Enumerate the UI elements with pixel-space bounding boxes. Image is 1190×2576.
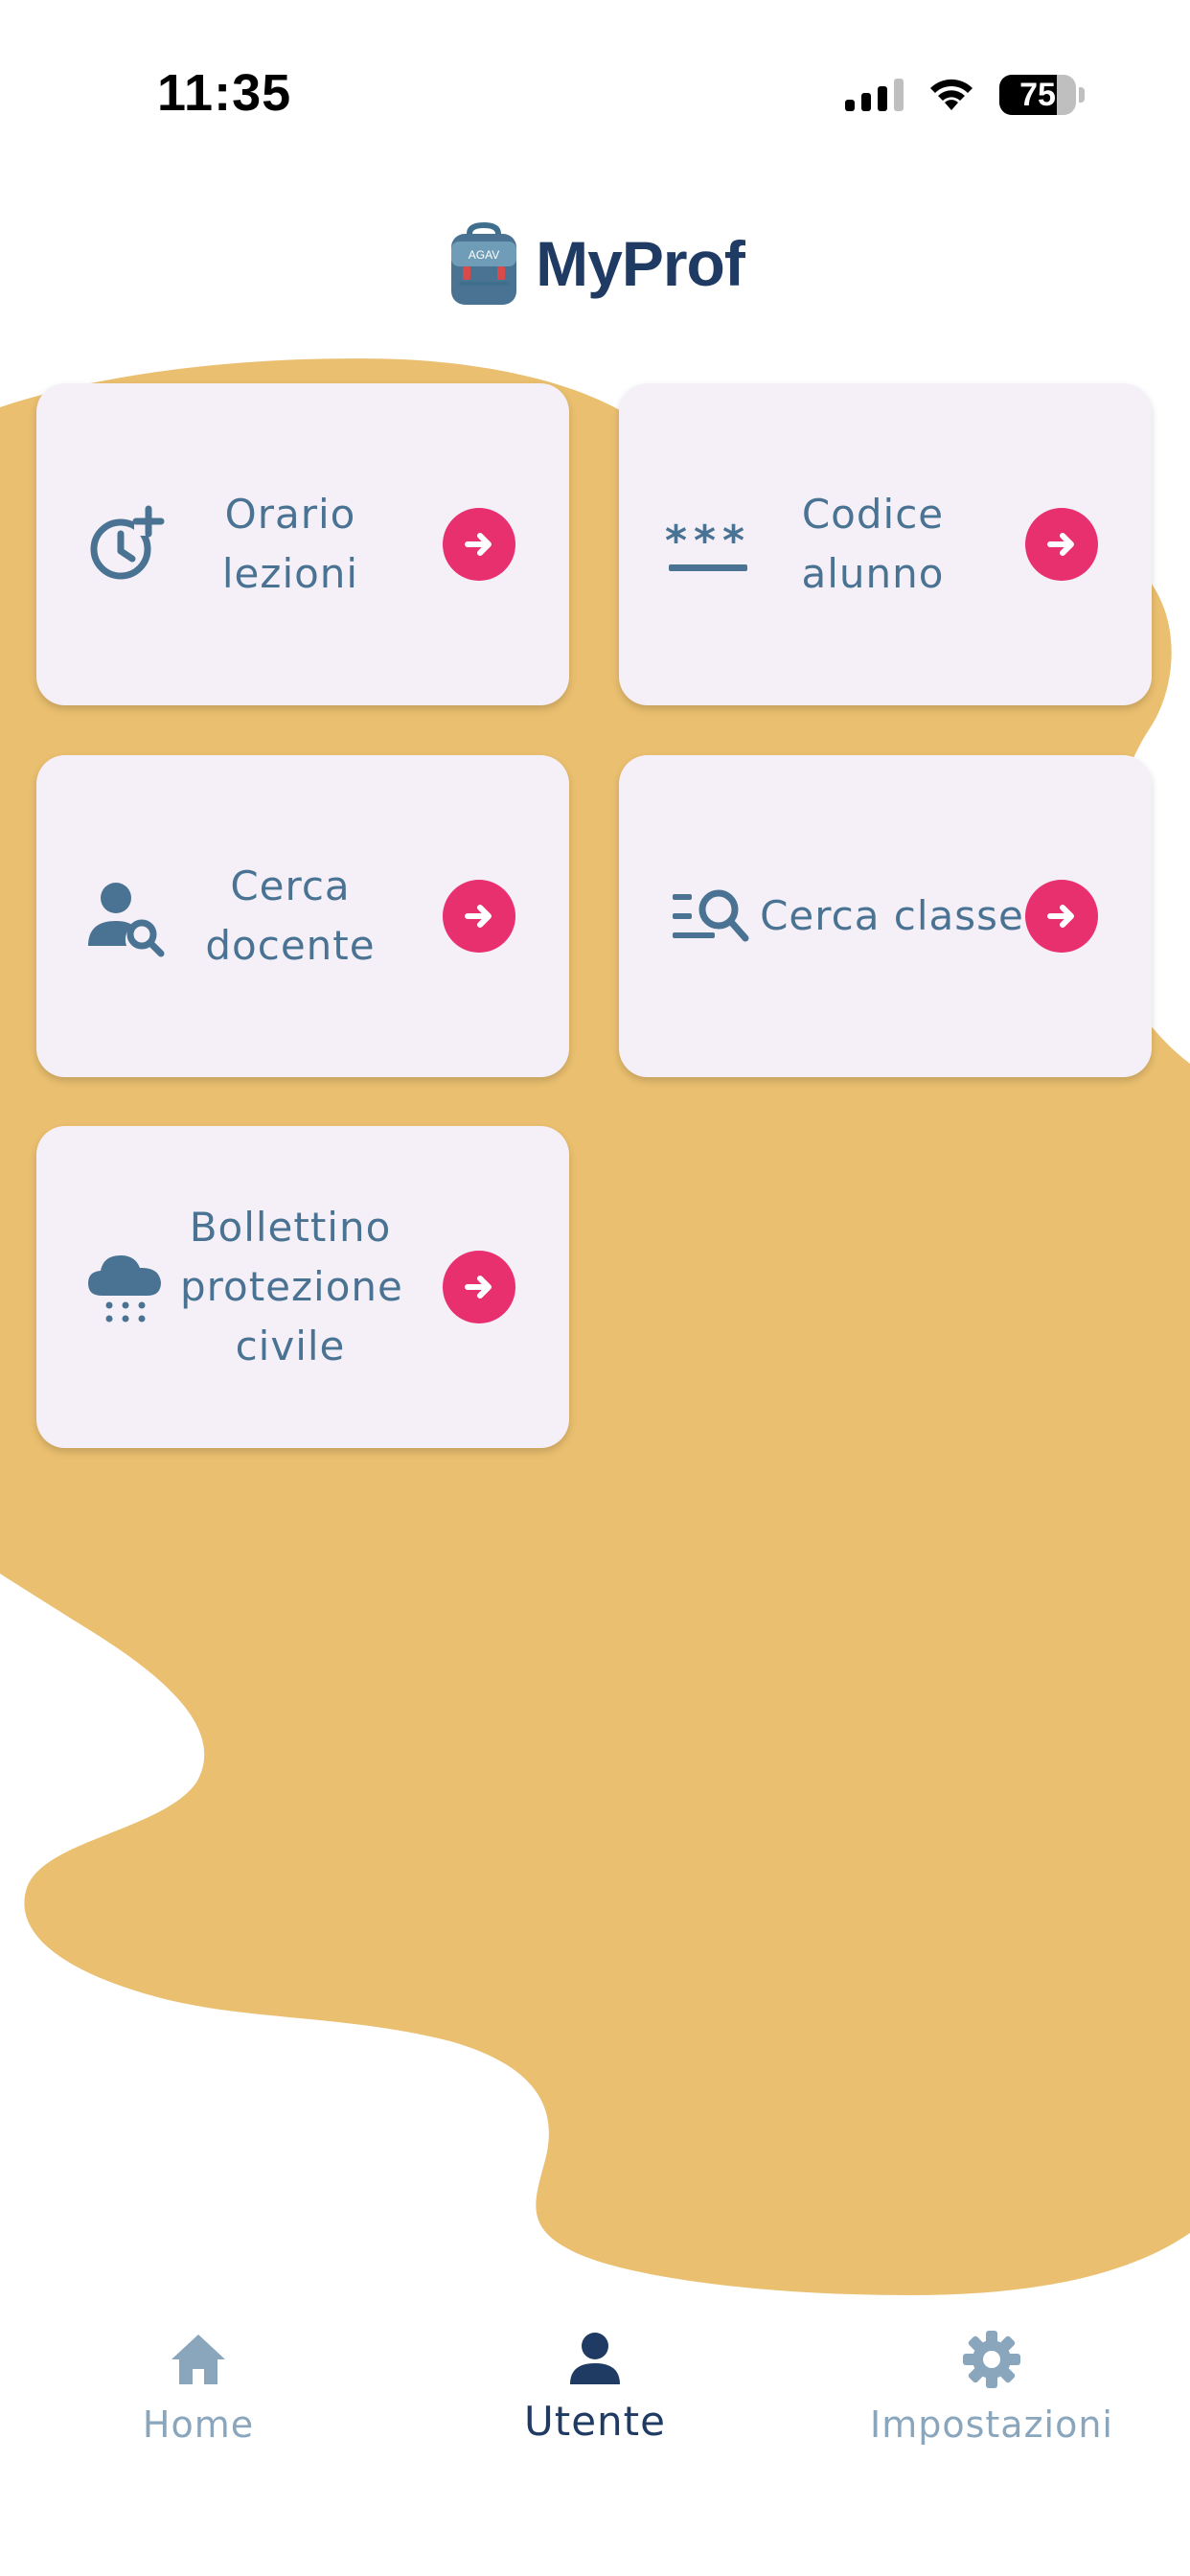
- card-label: Bollettino protezione civile: [180, 1204, 403, 1369]
- bottom-navigation: Home Utente Impostazioni: [0, 2300, 1190, 2492]
- nav-utente[interactable]: Utente: [451, 2329, 739, 2445]
- card-label: Orario lezioni: [221, 491, 359, 597]
- cellular-signal-icon: [845, 79, 904, 111]
- battery-level: 75: [1019, 76, 1056, 113]
- person-icon: [570, 2333, 620, 2384]
- arrow-right-circle-icon[interactable]: [443, 880, 515, 953]
- home-icon: [172, 2334, 225, 2384]
- card-cerca-classe[interactable]: Cerca classe: [619, 755, 1152, 1077]
- password-icon: * * *: [665, 503, 757, 586]
- battery-icon: 75: [999, 75, 1076, 115]
- person-search-icon: [84, 875, 167, 957]
- card-label: Codice alunno: [801, 491, 945, 597]
- status-icons: 75: [845, 73, 1085, 117]
- nav-home[interactable]: Home: [55, 2329, 342, 2446]
- card-bollettino-protezione-civile[interactable]: Bollettino protezione civile: [36, 1126, 569, 1448]
- status-time: 11:35: [157, 64, 292, 122]
- nav-impostazioni[interactable]: Impostazioni: [848, 2329, 1135, 2446]
- logo-text: AGAV: [469, 248, 499, 262]
- card-orario-lezioni[interactable]: Orario lezioni: [36, 383, 569, 705]
- app-title: MyProf: [536, 228, 745, 299]
- arrow-right-circle-icon[interactable]: [1025, 508, 1098, 581]
- gear-icon: [963, 2331, 1020, 2388]
- card-codice-alunno[interactable]: * * * Codice alunno: [619, 383, 1152, 705]
- backpack-icon: AGAV: [451, 222, 517, 305]
- wifi-icon: [930, 79, 973, 110]
- nav-label: Impostazioni: [870, 2404, 1113, 2446]
- svg-text:*: *: [694, 517, 716, 565]
- list-search-icon: [671, 875, 753, 957]
- arrow-right-circle-icon[interactable]: [1025, 880, 1098, 953]
- svg-text:*: *: [665, 517, 687, 565]
- nav-label: Home: [142, 2404, 255, 2446]
- svg-text:*: *: [722, 517, 744, 565]
- status-bar: 11:35 75: [0, 0, 1190, 192]
- card-label: Cerca classe: [760, 892, 1024, 939]
- arrow-right-circle-icon[interactable]: [443, 508, 515, 581]
- card-cerca-docente[interactable]: Cerca docente: [36, 755, 569, 1077]
- card-label: Cerca docente: [205, 862, 376, 969]
- clock-plus-icon: [84, 503, 167, 586]
- arrow-right-circle-icon[interactable]: [443, 1251, 515, 1323]
- cloud-snow-icon: [84, 1246, 167, 1328]
- nav-label: Utente: [524, 2398, 666, 2445]
- app-header: AGAV MyProf: [0, 211, 1190, 316]
